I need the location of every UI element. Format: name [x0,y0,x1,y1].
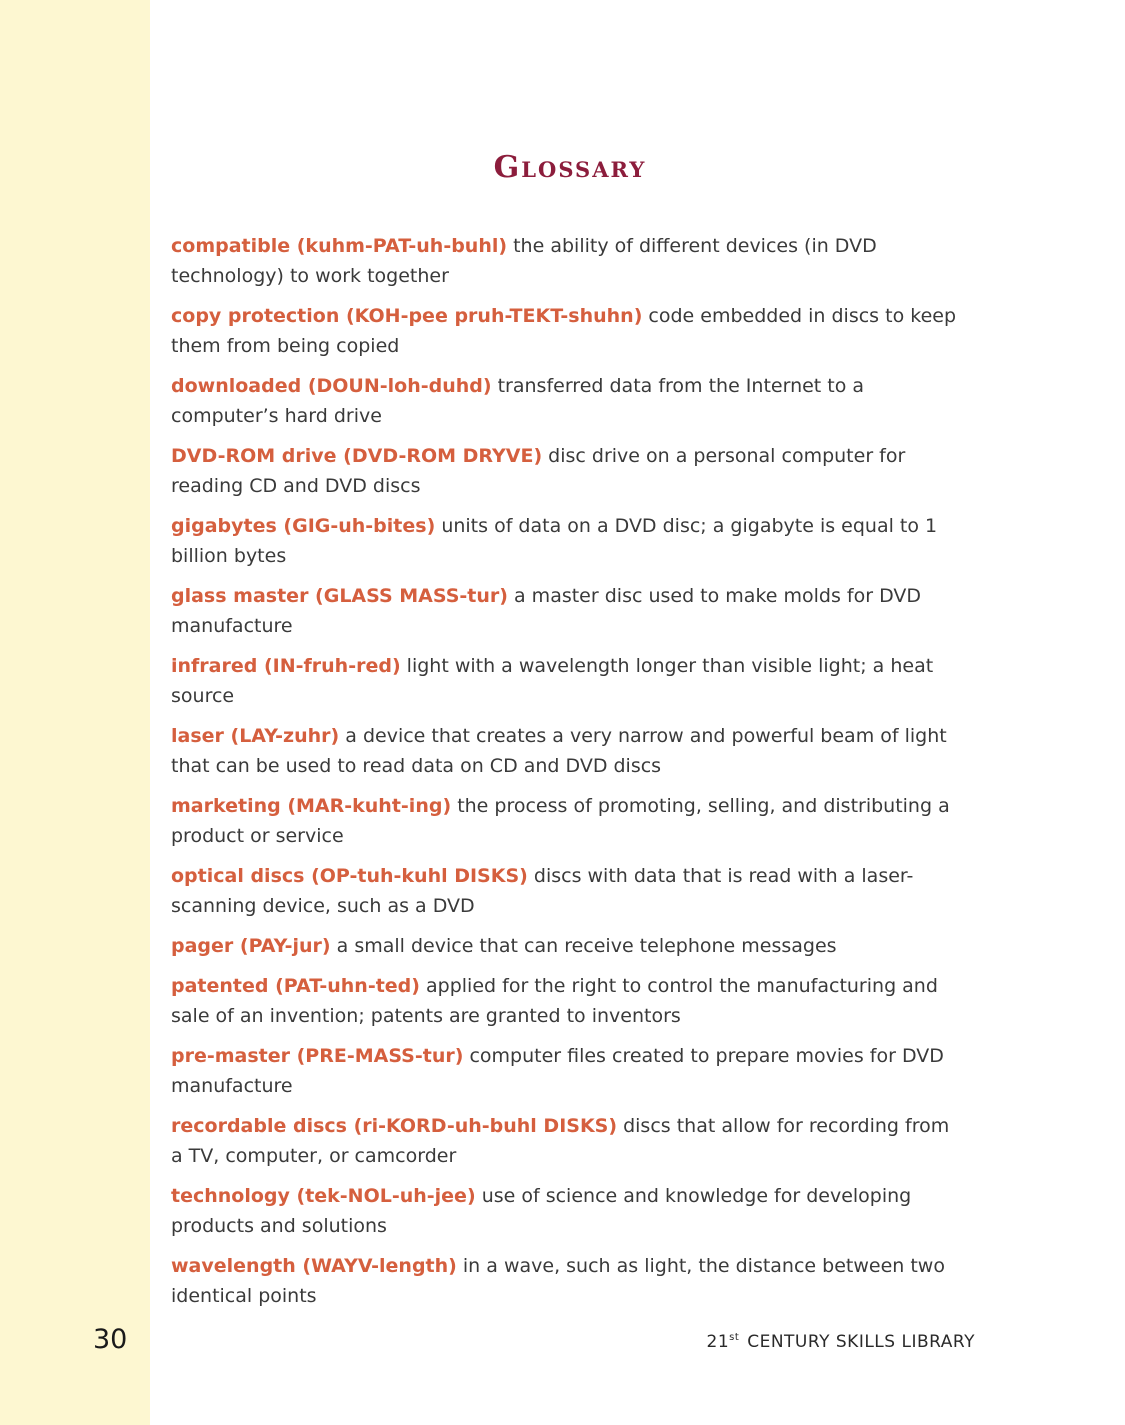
glossary-term: gigabytes (GIG-uh-bites) [171,515,436,537]
glossary-entry: technology (tek-NOL-uh-jee) use of scien… [171,1181,961,1241]
glossary-term: pre-master (PRE-MASS-tur) [171,1045,464,1067]
glossary-entry: pager (PAY-jur) a small device that can … [171,931,961,961]
page-margin-strip [0,0,150,1425]
glossary-term: downloaded (DOUN-loh-duhd) [171,375,492,397]
glossary-entry: downloaded (DOUN-loh-duhd) transferred d… [171,371,961,431]
glossary-term: technology (tek-NOL-uh-jee) [171,1185,476,1207]
glossary-entry: laser (LAY-zuhr) a device that creates a… [171,721,961,781]
glossary-term: optical discs (OP-tuh-kuhl DISKS) [171,865,528,887]
glossary-entry: DVD-ROM drive (DVD-ROM DRYVE) disc drive… [171,441,961,501]
glossary-term: compatible (kuhm-PAT-uh-buhl) [171,235,508,257]
glossary-term: marketing (MAR-kuht-ing) [171,795,452,817]
glossary-entry: optical discs (OP-tuh-kuhl DISKS) discs … [171,861,961,921]
glossary-term: copy protection (KOH-pee pruh-TEKT-shuhn… [171,305,643,327]
footer-text: CENTURY SKILLS LIBRARY [747,1332,975,1352]
glossary-entry: marketing (MAR-kuht-ing) the process of … [171,791,961,851]
glossary-term: infrared (IN-fruh-red) [171,655,401,677]
page-number: 30 [93,1324,128,1355]
footer-series-title: 21st CENTURY SKILLS LIBRARY [707,1332,975,1352]
glossary-entry: compatible (kuhm-PAT-uh-buhl) the abilit… [171,231,961,291]
glossary-term: wavelength (WAYV-length) [171,1255,457,1277]
glossary-entry: gigabytes (GIG-uh-bites) units of data o… [171,511,961,571]
glossary-entry: recordable discs (ri-KORD-uh-buhl DISKS)… [171,1111,961,1171]
footer-superscript: st [729,1332,740,1343]
glossary-entry: glass master (GLASS MASS-tur) a master d… [171,581,961,641]
glossary-entry: copy protection (KOH-pee pruh-TEKT-shuhn… [171,301,961,361]
glossary-term: recordable discs (ri-KORD-uh-buhl DISKS) [171,1115,618,1137]
glossary-entry: pre-master (PRE-MASS-tur) computer files… [171,1041,961,1101]
glossary-term: patented (PAT-uhn-ted) [171,975,420,997]
glossary-entry: wavelength (WAYV-length) in a wave, such… [171,1251,961,1311]
glossary-entry: infrared (IN-fruh-red) light with a wave… [171,651,961,711]
glossary-definition: a small device that can receive telephon… [336,935,837,957]
glossary-list: compatible (kuhm-PAT-uh-buhl) the abilit… [171,231,961,1321]
page-title: Glossary [493,150,647,185]
glossary-term: pager (PAY-jur) [171,935,331,957]
glossary-entry: patented (PAT-uhn-ted) applied for the r… [171,971,961,1031]
glossary-term: glass master (GLASS MASS-tur) [171,585,508,607]
glossary-term: laser (LAY-zuhr) [171,725,340,747]
footer-number: 21 [706,1332,730,1352]
glossary-term: DVD-ROM drive (DVD-ROM DRYVE) [171,445,543,467]
